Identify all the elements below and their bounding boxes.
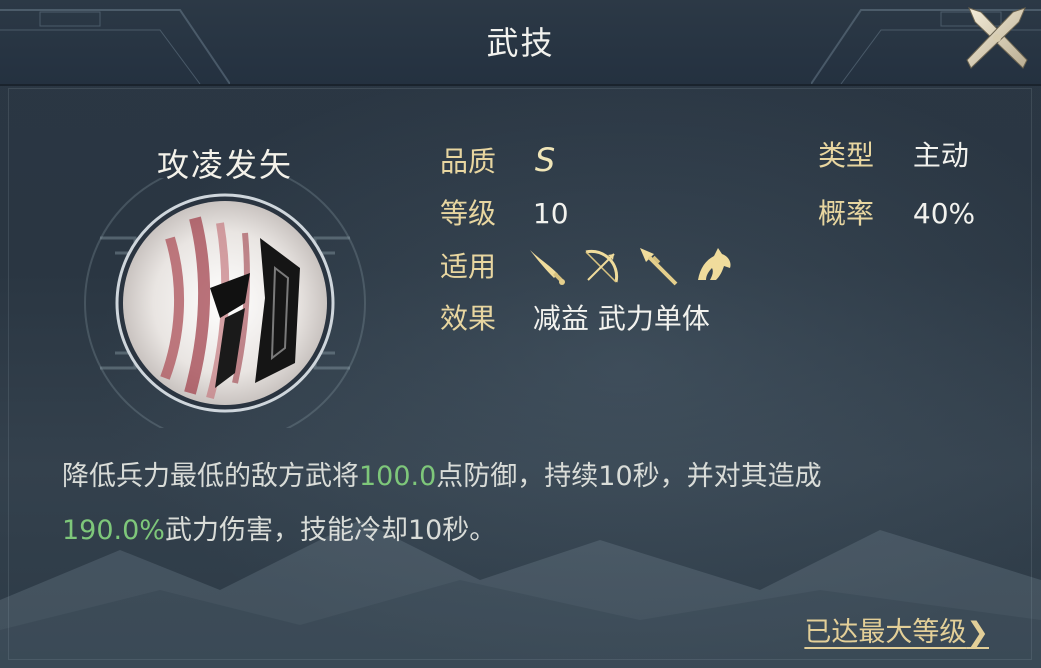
- applicable-label: 适用: [440, 250, 497, 283]
- level-row: 等级 10: [440, 194, 569, 234]
- sword-icon: [530, 250, 565, 285]
- description-text: 降低兵力最低的敌方武将: [62, 461, 359, 492]
- skill-detail-panel: 武技 攻凌发矢 品质 S 等级 10 适用 效果 减益 武力单体 类型 主动 概…: [0, 0, 1041, 668]
- header-bar: 武技: [0, 0, 1041, 86]
- quality-label: 品质: [440, 145, 497, 178]
- type-row: 类型 主动: [818, 136, 969, 176]
- rate-value: 40%: [912, 197, 976, 230]
- horse-icon: [698, 248, 731, 280]
- close-button[interactable]: [961, 2, 1033, 74]
- page-title: 武技: [486, 24, 555, 62]
- skill-description: 降低兵力最低的敌方武将100.0点防御，持续10秒，并对其造成 190.0%武力伤…: [62, 450, 962, 558]
- description-text: 武力伤害，技能冷却10秒。: [164, 515, 497, 546]
- type-value: 主动: [912, 139, 969, 172]
- skill-emblem: [84, 178, 366, 428]
- level-label: 等级: [440, 197, 497, 230]
- applicable-row: 适用: [440, 247, 496, 287]
- applicable-icons: [524, 244, 736, 288]
- max-level-label: 已达最大等级: [804, 617, 967, 648]
- max-level-link[interactable]: 已达最大等级❯: [804, 610, 989, 649]
- spear-icon: [640, 248, 678, 286]
- description-text: 点防御，持续10秒，并对其造成: [436, 461, 822, 492]
- bow-icon: [585, 249, 619, 283]
- rate-label: 概率: [818, 197, 875, 230]
- effect-label: 效果: [440, 302, 497, 335]
- rate-row: 概率 40%: [818, 194, 975, 234]
- quality-value: S: [534, 141, 556, 179]
- description-highlight: 190.0%: [62, 515, 165, 546]
- quality-row: 品质 S: [440, 140, 555, 180]
- chevron-right-icon: ❯: [966, 617, 989, 648]
- close-icon: [966, 7, 1028, 69]
- type-label: 类型: [818, 139, 875, 172]
- description-highlight: 100.0: [359, 461, 437, 492]
- level-value: 10: [532, 197, 569, 230]
- effect-row: 效果 减益 武力单体: [440, 299, 710, 339]
- effect-value: 减益 武力单体: [532, 302, 710, 335]
